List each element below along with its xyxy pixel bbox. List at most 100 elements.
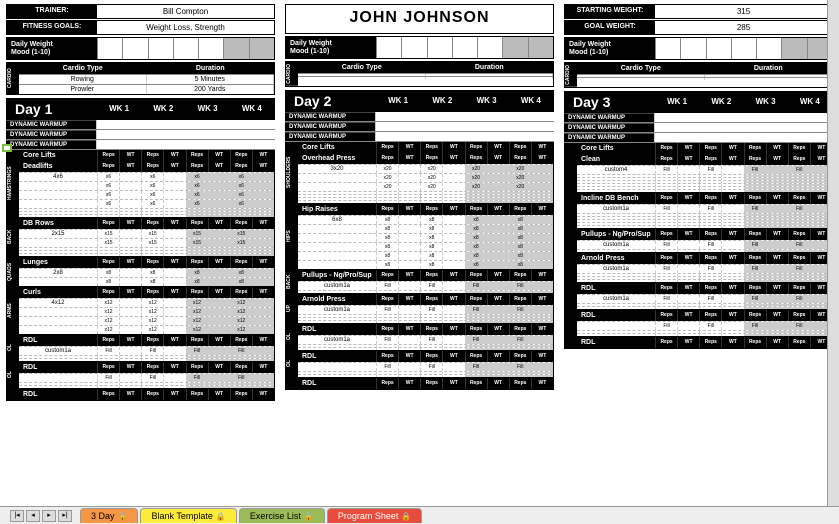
reps-cell[interactable] <box>655 181 677 183</box>
wt-cell[interactable] <box>487 363 509 371</box>
wt-cell[interactable] <box>208 173 230 181</box>
reps-cell[interactable] <box>97 383 119 385</box>
wt-cell[interactable] <box>119 299 141 307</box>
wt-cell[interactable] <box>119 191 141 199</box>
reps-cell[interactable] <box>699 331 721 333</box>
exercise-name[interactable] <box>577 214 655 216</box>
daily-cell[interactable] <box>376 37 401 58</box>
daily-cell[interactable] <box>198 38 223 59</box>
exercise-name[interactable] <box>19 182 97 190</box>
exercise-name[interactable] <box>577 181 655 183</box>
reps-cell[interactable] <box>699 214 721 216</box>
reps-cell[interactable] <box>509 192 531 194</box>
wt-cell[interactable] <box>119 173 141 181</box>
exercise-name[interactable] <box>298 195 376 197</box>
reps-cell[interactable]: x8 <box>376 243 398 251</box>
reps-cell[interactable]: x12 <box>141 317 163 325</box>
reps-cell[interactable] <box>376 195 398 197</box>
reps-cell[interactable] <box>465 192 487 194</box>
reps-cell[interactable] <box>376 291 398 293</box>
wt-cell[interactable] <box>398 348 420 350</box>
wt-cell[interactable] <box>163 173 185 181</box>
exercise-name[interactable]: 4x6 <box>19 173 97 181</box>
reps-cell[interactable] <box>376 372 398 374</box>
wt-cell[interactable] <box>766 214 788 216</box>
reps-cell[interactable]: x6 <box>97 200 119 208</box>
exercise-name[interactable] <box>298 192 376 194</box>
wt-cell[interactable] <box>252 251 274 253</box>
exercise-name[interactable] <box>577 304 655 306</box>
wt-cell[interactable] <box>442 183 464 191</box>
wt-cell[interactable] <box>252 383 274 385</box>
reps-cell[interactable]: Fill <box>420 363 442 371</box>
reps-cell[interactable] <box>788 250 810 252</box>
reps-cell[interactable]: x8 <box>509 216 531 224</box>
wt-cell[interactable] <box>531 243 553 251</box>
reps-cell[interactable] <box>788 331 810 333</box>
wt-cell[interactable] <box>766 205 788 213</box>
daily-cell[interactable] <box>427 37 452 58</box>
reps-cell[interactable] <box>465 348 487 350</box>
reps-cell[interactable] <box>655 334 677 336</box>
reps-cell[interactable]: x6 <box>230 200 252 208</box>
wt-cell[interactable] <box>677 277 699 279</box>
wt-cell[interactable] <box>252 269 274 277</box>
reps-cell[interactable] <box>744 184 766 186</box>
exercise-name[interactable] <box>19 239 97 247</box>
wt-cell[interactable] <box>119 374 141 382</box>
reps-cell[interactable]: Fill <box>655 295 677 303</box>
exercise-name[interactable] <box>19 248 97 250</box>
wt-cell[interactable] <box>677 205 699 213</box>
wt-cell[interactable] <box>677 331 699 333</box>
wt-cell[interactable] <box>163 251 185 253</box>
reps-cell[interactable] <box>465 198 487 200</box>
wt-cell[interactable] <box>442 174 464 182</box>
reps-cell[interactable] <box>376 321 398 323</box>
wt-cell[interactable] <box>442 198 464 200</box>
reps-cell[interactable] <box>141 209 163 211</box>
wt-cell[interactable] <box>442 282 464 290</box>
cardio-row[interactable] <box>298 76 553 79</box>
wt-cell[interactable] <box>531 198 553 200</box>
wt-cell[interactable] <box>766 187 788 189</box>
reps-cell[interactable]: Fill <box>655 205 677 213</box>
warmup-row[interactable]: Dynamic Warmup <box>6 130 275 140</box>
reps-cell[interactable] <box>699 178 721 180</box>
reps-cell[interactable]: x20 <box>376 174 398 182</box>
reps-cell[interactable]: Fill <box>788 241 810 249</box>
wt-cell[interactable] <box>208 269 230 277</box>
wt-cell[interactable] <box>766 331 788 333</box>
exercise-name[interactable] <box>298 345 376 347</box>
reps-cell[interactable] <box>420 201 442 203</box>
reps-cell[interactable] <box>376 348 398 350</box>
exercise-name[interactable] <box>19 308 97 316</box>
exercise-name[interactable] <box>19 317 97 325</box>
wt-cell[interactable] <box>442 315 464 317</box>
reps-cell[interactable] <box>655 175 677 177</box>
exercise-name[interactable] <box>577 220 655 222</box>
exercise-name[interactable] <box>577 184 655 186</box>
wt-cell[interactable] <box>487 321 509 323</box>
wt-cell[interactable] <box>677 175 699 177</box>
reps-cell[interactable] <box>788 184 810 186</box>
wt-cell[interactable] <box>766 190 788 192</box>
wt-cell[interactable] <box>119 239 141 247</box>
reps-cell[interactable] <box>97 209 119 211</box>
wt-cell[interactable] <box>721 250 743 252</box>
exercise-name[interactable]: custom1a <box>577 205 655 213</box>
wt-cell[interactable] <box>398 291 420 293</box>
reps-cell[interactable] <box>744 307 766 309</box>
warmup-row[interactable]: Dynamic Warmup <box>564 123 833 133</box>
exercise-name[interactable] <box>19 383 97 385</box>
reps-cell[interactable]: Fill <box>230 347 252 355</box>
exercise-name[interactable] <box>19 251 97 253</box>
reps-cell[interactable] <box>230 386 252 388</box>
reps-cell[interactable]: x20 <box>376 183 398 191</box>
reps-cell[interactable] <box>699 187 721 189</box>
reps-cell[interactable] <box>465 315 487 317</box>
reps-cell[interactable]: Fill <box>699 295 721 303</box>
exercise-name[interactable] <box>19 254 97 256</box>
exercise-name[interactable] <box>19 356 97 358</box>
exercise-name[interactable] <box>298 183 376 191</box>
reps-cell[interactable]: Fill <box>376 336 398 344</box>
